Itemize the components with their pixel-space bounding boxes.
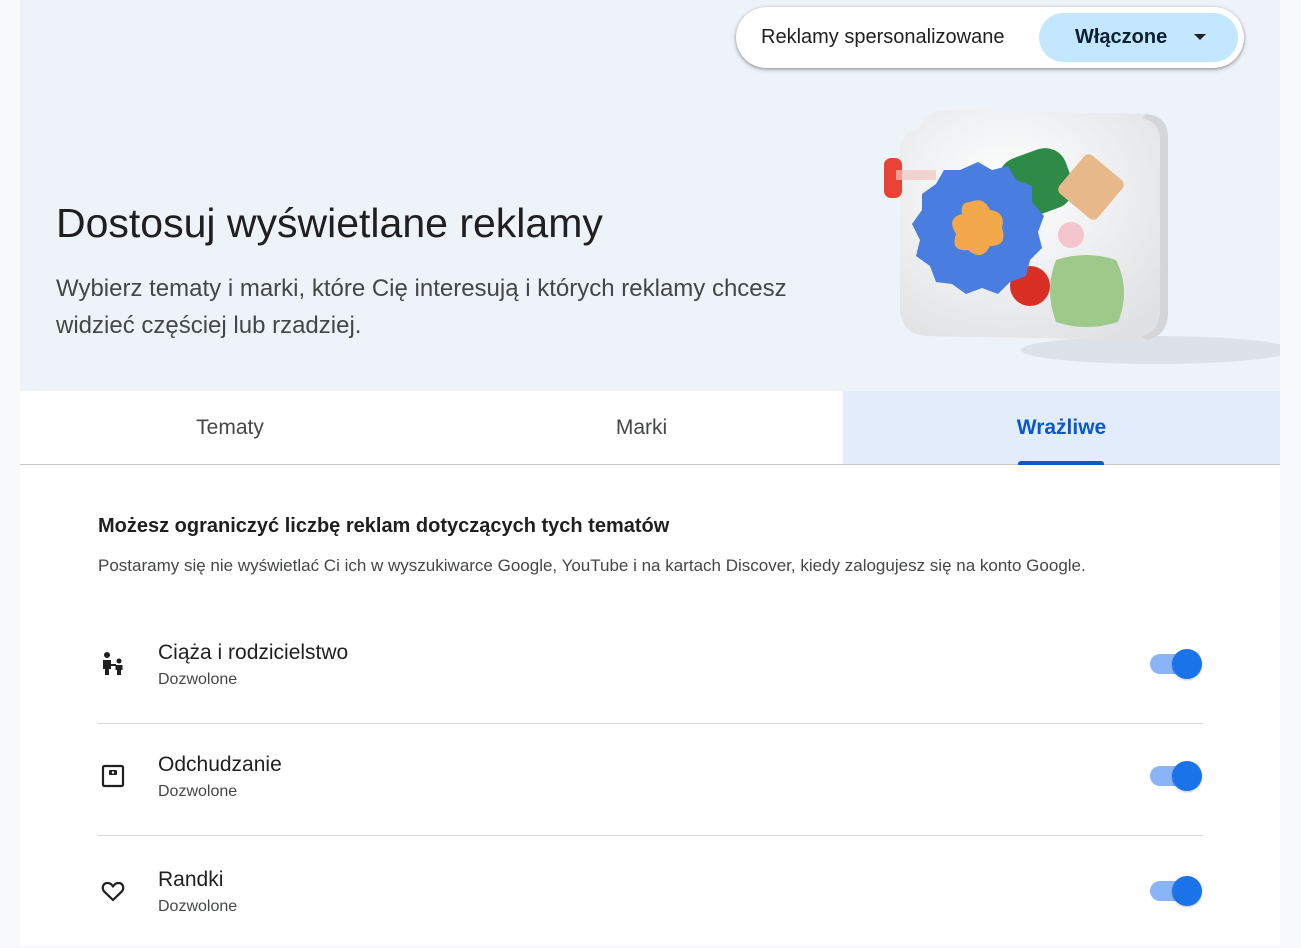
active-tab-indicator [1018,461,1104,465]
dropdown-arrow-icon [1194,34,1206,40]
toggle-thumb [1172,649,1202,679]
topic-title: Ciąża i rodzicielstwo [158,641,349,664]
list-item-pregnancy: Ciąża i rodzicielstwo Dozwolone [98,612,1203,724]
page-description: Wybierz tematy i marki, które Cię intere… [56,275,787,339]
toggle-thumb [1172,876,1202,906]
section-title: Możesz ograniczyć liczbę reklam dotycząc… [98,515,670,537]
topic-status: Dozwolone [158,898,238,915]
list-item-dating: Randki Dozwolone [98,836,1203,948]
topic-status: Dozwolone [158,671,238,688]
toggle-dating[interactable] [1148,875,1204,907]
heart-icon [98,876,128,906]
section-description: Postaramy się nie wyświetlać Ci ich w wy… [98,556,1086,575]
personalized-ads-dropdown[interactable]: Włączone [1039,13,1238,62]
scale-icon [98,761,128,791]
personalized-ads-label: Reklamy spersonalizowane [761,26,1005,48]
tab-brands[interactable]: Marki [440,391,843,464]
page-title: Dostosuj wyświetlane reklamy [56,200,603,246]
list-item-weight-loss: Odchudzanie Dozwolone [98,724,1203,836]
hero-banner: Reklamy spersonalizowane Włączone Dostos… [20,0,1280,391]
topic-status: Dozwolone [158,783,238,800]
personalized-ads-control: Reklamy spersonalizowane Włączone [736,7,1244,68]
tab-sensitive-label: Wrażliwe [1016,415,1107,439]
tab-topics-label: Tematy [196,415,264,439]
topic-title: Randki [158,868,224,891]
personalized-ads-value: Włączone [1075,26,1168,48]
toggle-thumb [1172,761,1202,791]
tab-bar: Tematy Marki Wrażliwe [20,391,1280,465]
tab-topics[interactable]: Tematy [20,391,440,464]
tab-sensitive[interactable]: Wrażliwe [843,391,1280,465]
toggle-weight-loss[interactable] [1148,760,1204,792]
toy-box-illustration [884,110,1280,364]
toggle-pregnancy[interactable] [1148,648,1204,680]
topic-title: Odchudzanie [158,753,282,776]
page: Reklamy spersonalizowane Włączone Dostos… [20,0,1280,945]
parent-child-icon [98,648,128,678]
tab-brands-label: Marki [615,415,668,439]
